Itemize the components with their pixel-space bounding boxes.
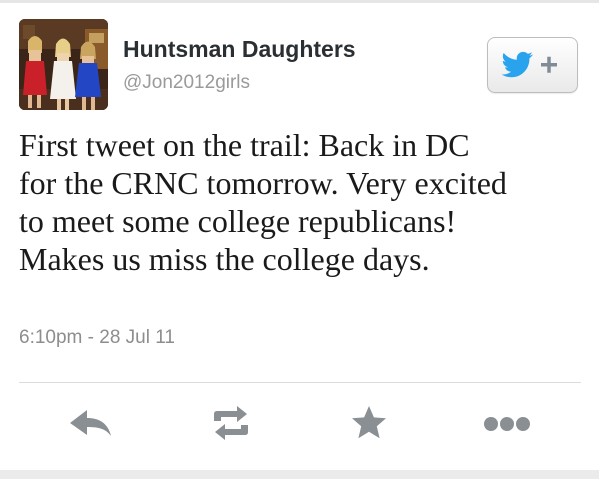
tweet-text-line: to meet some college republicans! <box>19 203 457 239</box>
tweet-detail-screen: Huntsman Daughters @Jon2012girls First t… <box>0 0 599 479</box>
twitter-bird-plus-icon <box>501 51 557 78</box>
user-handle[interactable]: @Jon2012girls <box>123 72 250 94</box>
top-edge <box>0 0 599 3</box>
star-icon <box>352 406 386 439</box>
tweet-text-line: for the CRNC tomorrow. Very excited <box>19 165 507 201</box>
tweet-text: First tweet on the trail: Back in DC for… <box>19 126 589 278</box>
retweet-icon <box>214 406 248 440</box>
reply-button[interactable] <box>61 400 121 446</box>
tweet-timestamp[interactable]: 6:10pm - 28 Jul 11 <box>19 327 175 349</box>
more-dots-icon <box>484 417 530 431</box>
bottom-edge <box>0 470 599 479</box>
more-button[interactable] <box>477 400 537 446</box>
tweet-text-line: First tweet on the trail: Back in DC <box>19 127 470 163</box>
tweet-text-line: Makes us miss the college days. <box>19 241 430 277</box>
avatar[interactable] <box>19 19 108 110</box>
avatar-photo <box>19 19 108 110</box>
retweet-button[interactable] <box>201 400 261 446</box>
display-name[interactable]: Huntsman Daughters <box>123 36 356 63</box>
favorite-button[interactable] <box>339 400 399 446</box>
divider <box>19 382 581 383</box>
follow-button[interactable] <box>487 37 578 93</box>
reply-icon <box>70 410 111 436</box>
